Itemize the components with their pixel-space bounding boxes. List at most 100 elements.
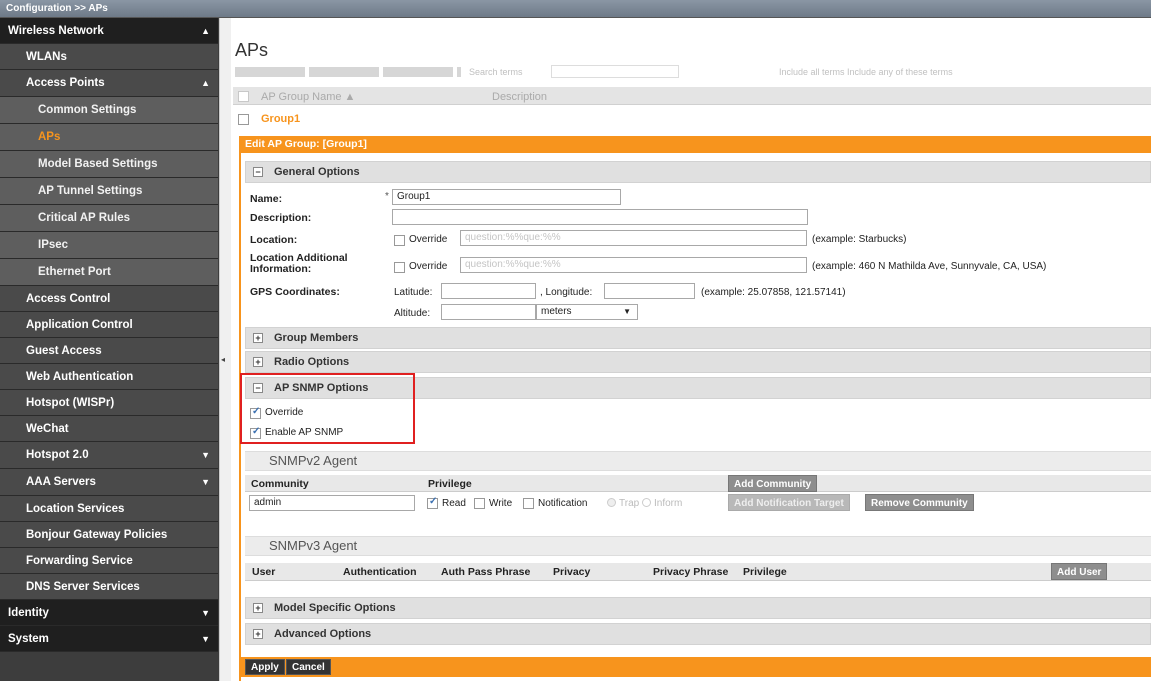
location-override-label: Override [409, 234, 448, 245]
sidebar-item-access-control[interactable]: Access Control [0, 286, 218, 312]
location-input[interactable]: question:%%que:%% [460, 230, 807, 246]
sidebar-item-label: Wireless Network [8, 24, 104, 37]
chevron-down-icon[interactable]: ▼ [201, 608, 210, 618]
radio-options-section[interactable]: + Radio Options [245, 351, 1151, 373]
sidebar-item-label: DNS Server Services [26, 580, 140, 593]
remove-community-button[interactable]: Remove Community [865, 494, 974, 511]
chevron-down-icon[interactable]: ▼ [201, 634, 210, 644]
table-header [233, 87, 1151, 105]
group-members-section[interactable]: + Group Members [245, 327, 1151, 349]
expand-icon[interactable]: + [253, 603, 263, 613]
sidebar-item-access-points[interactable]: Access Points ▲ [0, 70, 218, 97]
col-authentication: Authentication [343, 566, 417, 578]
expand-icon[interactable]: + [253, 333, 263, 343]
sidebar-item-forwarding-service[interactable]: Forwarding Service [0, 548, 218, 574]
location-override-checkbox[interactable] [394, 235, 405, 246]
name-input[interactable]: Group1 [392, 189, 621, 205]
longitude-label: , Longitude: [540, 287, 593, 298]
apply-button[interactable]: Apply [245, 659, 285, 675]
model-specific-options-section[interactable]: + Model Specific Options [245, 597, 1151, 619]
row-checkbox[interactable] [238, 114, 249, 125]
sidebar-item-hotspot-wispr[interactable]: Hotspot (WISPr) [0, 390, 218, 416]
add-notification-target-button[interactable]: Add Notification Target [728, 494, 850, 511]
sidebar-item-ethernet-port[interactable]: Ethernet Port [0, 259, 218, 286]
sidebar-item-location-services[interactable]: Location Services [0, 496, 218, 522]
sidebar-item-application-control[interactable]: Application Control [0, 312, 218, 338]
trap-label: Trap [619, 498, 640, 509]
chevron-up-icon[interactable]: ▲ [201, 78, 210, 88]
sidebar-item-aps[interactable]: APs [0, 124, 218, 151]
chevron-up-icon[interactable]: ▲ [201, 26, 210, 36]
sidebar-item-critical-ap-rules[interactable]: Critical AP Rules [0, 205, 218, 232]
write-label: Write [489, 498, 513, 509]
sidebar-item-wireless-network[interactable]: Wireless Network ▲ [0, 18, 218, 44]
read-label: Read [442, 498, 466, 509]
sidebar-item-system[interactable]: System ▼ [0, 626, 218, 652]
altitude-unit-select[interactable]: meters ▼ [536, 304, 638, 320]
toolbar-buttons[interactable] [235, 67, 461, 77]
locadd-override-checkbox[interactable] [394, 262, 405, 273]
sidebar-item-guest-access[interactable]: Guest Access [0, 338, 218, 364]
sidebar-item-wechat[interactable]: WeChat [0, 416, 218, 442]
sidebar-item-label: Location Services [26, 502, 125, 515]
cancel-button[interactable]: Cancel [286, 659, 331, 675]
col-privacy: Privacy [553, 566, 591, 578]
collapse-icon[interactable]: − [253, 167, 263, 177]
longitude-input[interactable] [604, 283, 695, 299]
breadcrumb: Configuration >> APs [0, 0, 1151, 18]
add-community-button[interactable]: Add Community [728, 475, 818, 492]
inform-radio[interactable] [642, 498, 651, 507]
community-input[interactable]: admin [249, 495, 415, 511]
general-options-section[interactable]: − General Options [245, 161, 1151, 183]
sidebar-item-label: Hotspot (WISPr) [26, 396, 115, 409]
location-example: (example: Starbucks) [812, 234, 907, 245]
select-all-checkbox[interactable] [238, 91, 249, 102]
location-additional-label: Location Additional Information: [250, 252, 348, 275]
latitude-input[interactable] [441, 283, 536, 299]
sidebar-item-identity[interactable]: Identity ▼ [0, 600, 218, 626]
sidebar-item-label: AP Tunnel Settings [38, 185, 143, 197]
sidebar-item-common-settings[interactable]: Common Settings [0, 97, 218, 124]
col-description[interactable]: Description [492, 91, 547, 103]
write-checkbox[interactable] [474, 498, 485, 509]
snmpv2-title: SNMPv2 Agent [269, 453, 358, 468]
location-additional-input[interactable]: question:%%que:%% [460, 257, 807, 273]
table-row-group1[interactable]: Group1 [261, 113, 300, 125]
sidebar-item-ap-tunnel-settings[interactable]: AP Tunnel Settings [0, 178, 218, 205]
locadd-override-label: Override [409, 261, 448, 272]
chevron-down-icon[interactable]: ▼ [201, 477, 210, 487]
notification-checkbox[interactable] [523, 498, 534, 509]
search-input[interactable] [551, 65, 679, 78]
altitude-input[interactable] [441, 304, 536, 320]
sidebar-item-model-based-settings[interactable]: Model Based Settings [0, 151, 218, 178]
sidebar-item-dns-server-services[interactable]: DNS Server Services [0, 574, 218, 600]
chevron-down-icon[interactable]: ▼ [201, 450, 210, 460]
sidebar-item-hotspot-2-0[interactable]: Hotspot 2.0 ▼ [0, 442, 218, 469]
read-checkbox[interactable] [427, 496, 438, 509]
col-privacy-phrase: Privacy Phrase [653, 566, 729, 578]
location-label: Location: [250, 234, 298, 246]
inform-label: Inform [654, 498, 683, 509]
sidebar-item-label: Ethernet Port [38, 266, 111, 278]
altitude-label: Altitude: [394, 308, 431, 319]
expand-icon[interactable]: + [253, 629, 263, 639]
collapse-arrow-icon[interactable]: ◂ [221, 355, 225, 364]
sidebar-item-web-authentication[interactable]: Web Authentication [0, 364, 218, 390]
expand-icon[interactable]: + [253, 357, 263, 367]
sidebar-splitter[interactable] [219, 18, 231, 681]
col-community: Community [251, 478, 309, 490]
sidebar-item-label: APs [38, 131, 61, 143]
sidebar-item-ipsec[interactable]: IPsec [0, 232, 218, 259]
sidebar-item-wlans[interactable]: WLANs [0, 44, 218, 70]
sidebar-item-label: Common Settings [38, 104, 137, 116]
search-mode-options[interactable]: Include all terms Include any of these t… [779, 67, 953, 77]
trap-radio[interactable] [607, 498, 616, 507]
sidebar-item-bonjour-gateway-policies[interactable]: Bonjour Gateway Policies [0, 522, 218, 548]
sidebar-item-aaa-servers[interactable]: AAA Servers ▼ [0, 469, 218, 496]
notification-label: Notification [538, 498, 588, 509]
description-input[interactable] [392, 209, 808, 225]
add-user-button[interactable]: Add User [1051, 563, 1108, 580]
col-ap-group-name[interactable]: AP Group Name ▲ [261, 91, 355, 103]
advanced-options-section[interactable]: + Advanced Options [245, 623, 1151, 645]
edit-panel-footer [239, 657, 1151, 677]
